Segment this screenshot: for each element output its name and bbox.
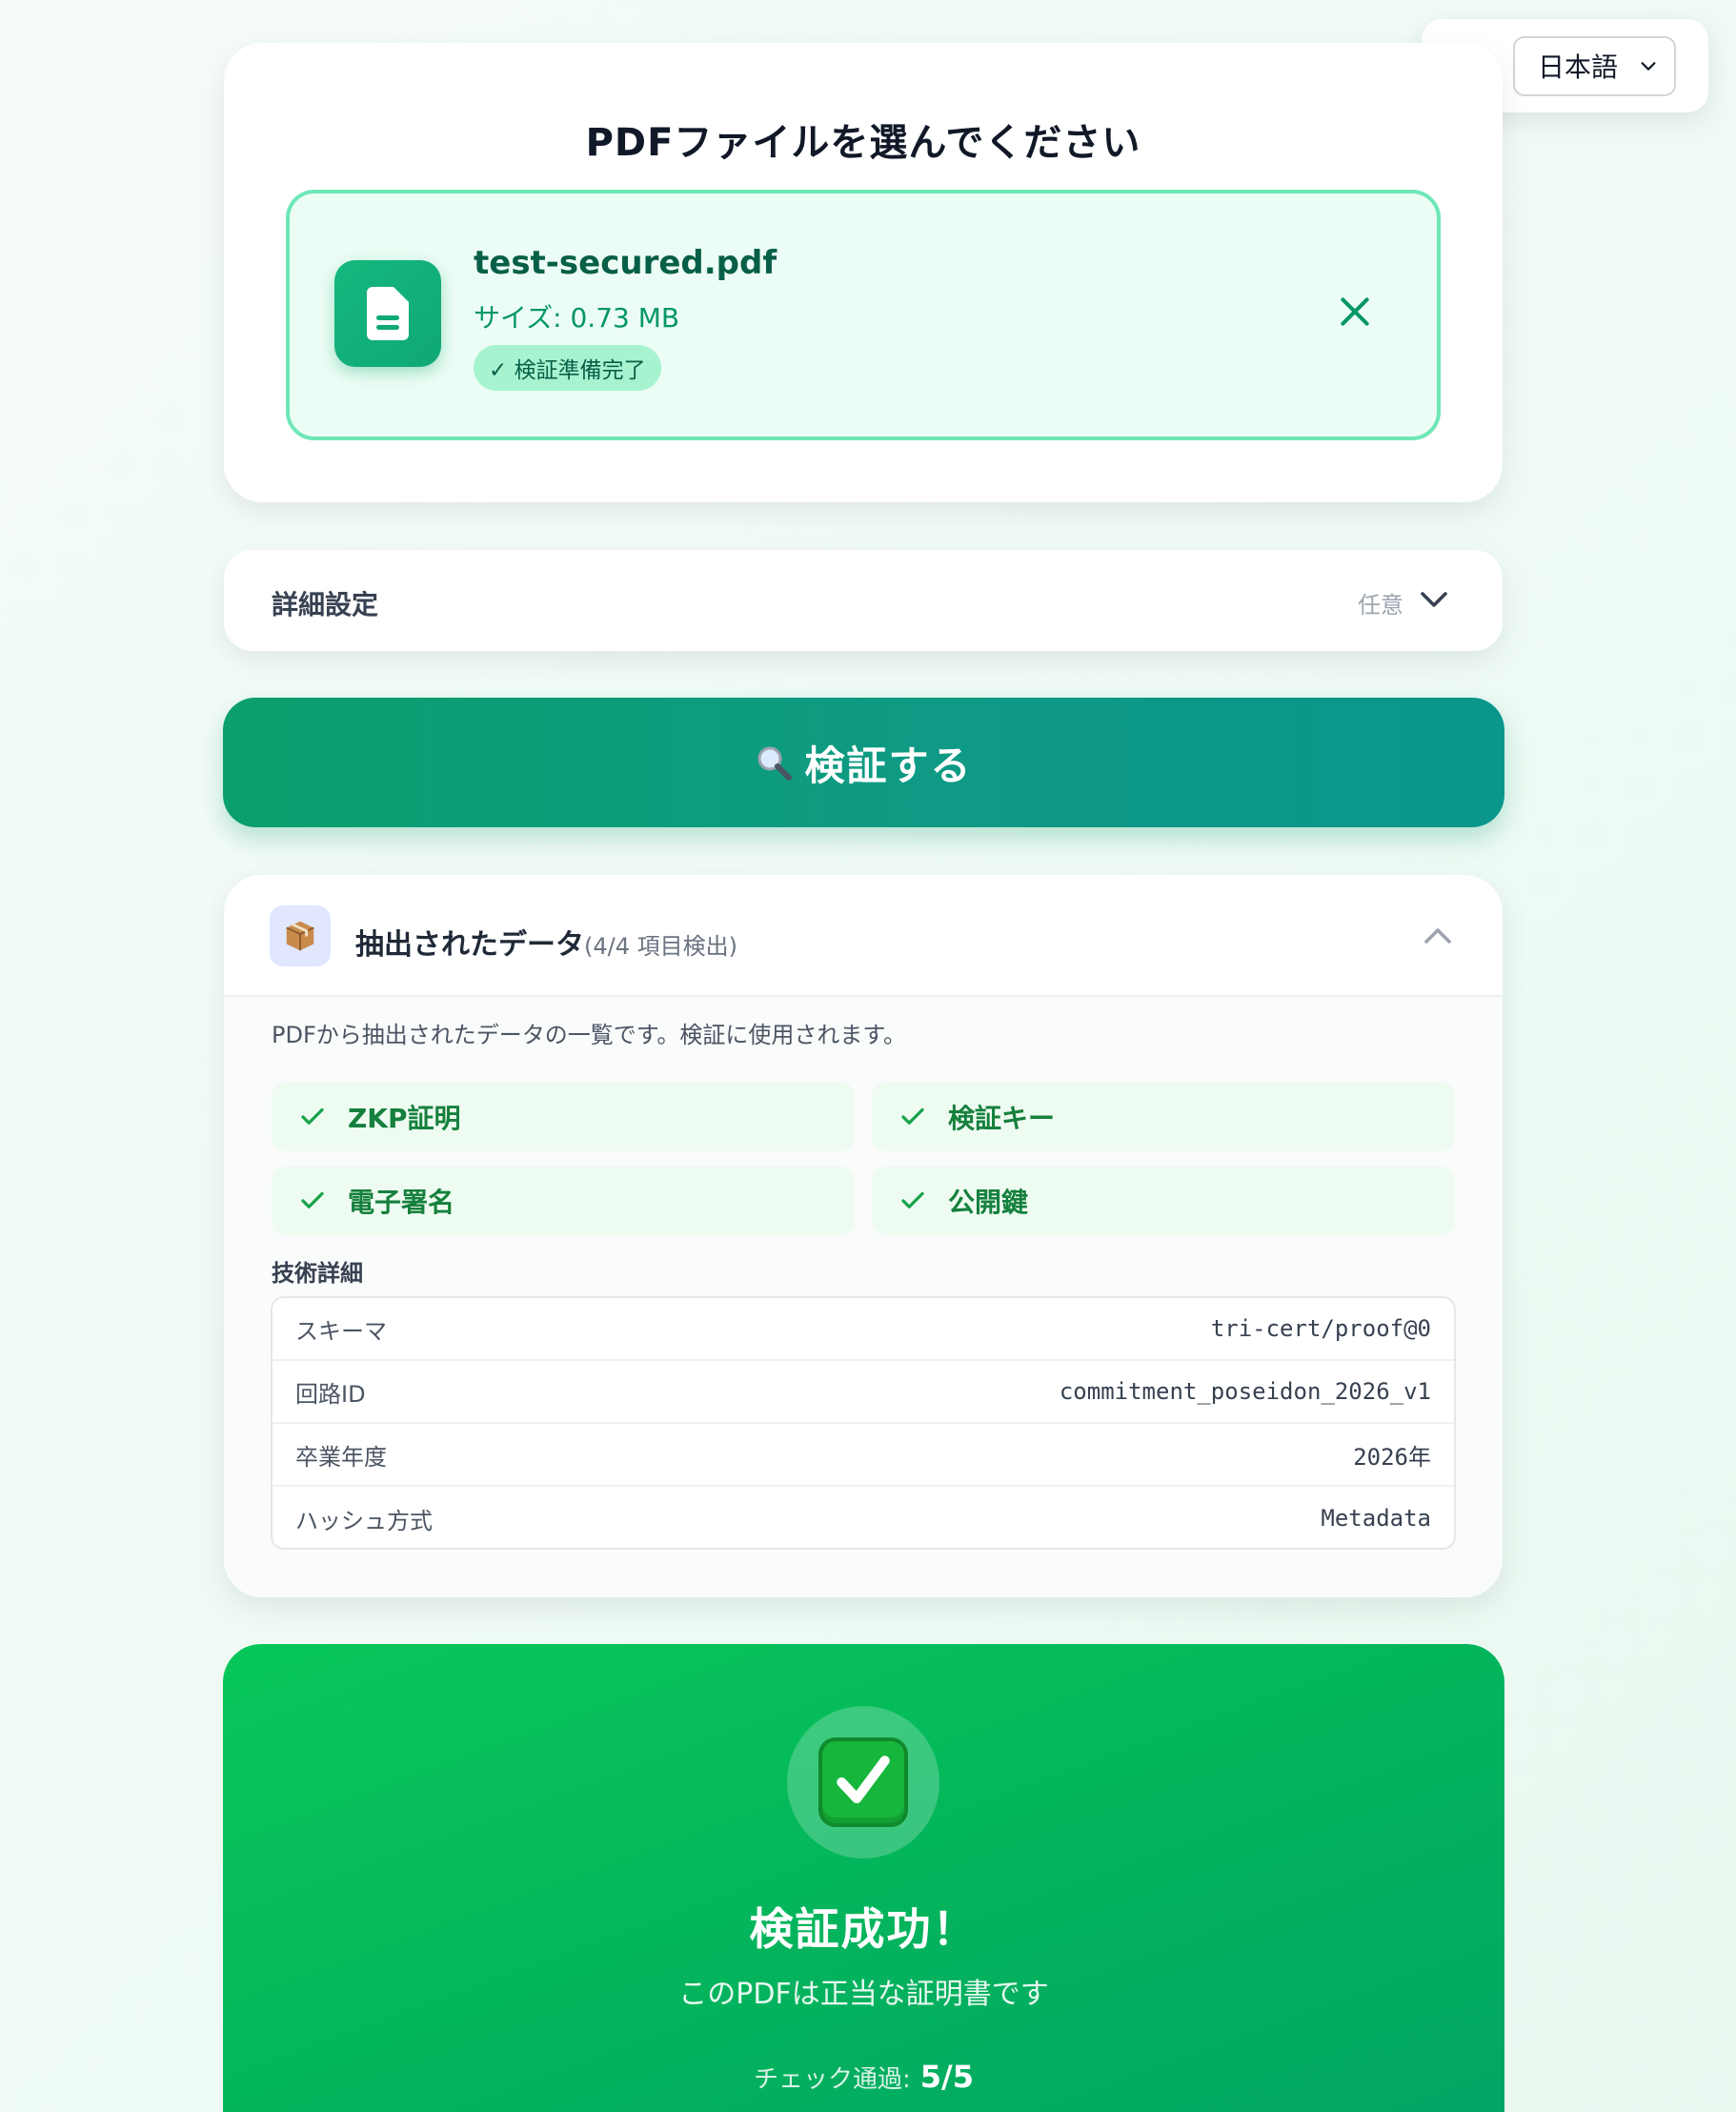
file-name: test-secured.pdf xyxy=(474,244,777,282)
checks-passed-value: 5/5 xyxy=(919,2059,974,2095)
advanced-settings-toggle[interactable]: 詳細設定 任意 xyxy=(224,550,1503,651)
magnifier-icon xyxy=(757,746,793,781)
success-title: 検証成功！ xyxy=(749,1903,979,1955)
check-mark-icon xyxy=(818,1737,908,1827)
language-selected-value: 日本語 xyxy=(1538,51,1619,83)
tech-key: スキーマ xyxy=(295,1317,387,1345)
tech-details-table: スキーマ tri-cert/proof@0 回路ID commitment_po… xyxy=(271,1296,1456,1550)
extracted-data-title: 抽出されたデータ xyxy=(355,928,584,962)
extracted-data-description: PDFから抽出されたデータの一覧です。検証に使用されます。 xyxy=(272,1022,906,1048)
verify-button-label: 検証する xyxy=(804,741,973,789)
extracted-data-card: 抽出されたデータ (4/4 項目検出) PDFから抽出されたデータの一覧です。検… xyxy=(224,875,1503,1597)
chevron-up-icon xyxy=(1424,928,1451,944)
extracted-item-label: 公開鍵 xyxy=(948,1187,1029,1218)
file-document-icon xyxy=(334,260,441,367)
checks-passed-label: チェック通過: xyxy=(754,2065,911,2094)
tech-key: 回路ID xyxy=(295,1380,366,1408)
table-row: 回路ID commitment_poseidon_2026_v1 xyxy=(273,1361,1454,1424)
check-icon xyxy=(901,1191,924,1208)
extracted-data-header[interactable]: 抽出されたデータ (4/4 項目検出) xyxy=(224,875,1503,997)
extracted-item: 公開鍵 xyxy=(872,1167,1455,1235)
check-icon xyxy=(301,1107,324,1125)
file-size: サイズ: 0.73 MB xyxy=(474,302,680,334)
upload-title: PDFファイルを選んでください xyxy=(585,121,1141,165)
package-icon xyxy=(270,905,331,966)
verify-button[interactable]: 検証する xyxy=(223,698,1504,827)
extracted-item-label: 電子署名 xyxy=(348,1187,455,1218)
tech-key: 卒業年度 xyxy=(295,1443,387,1471)
extracted-data-count: (4/4 項目検出) xyxy=(584,933,737,960)
table-row: 卒業年度 2026年 xyxy=(273,1424,1454,1487)
chevron-down-icon xyxy=(1421,592,1447,607)
chevron-down-icon xyxy=(1641,62,1656,71)
remove-file-button[interactable] xyxy=(1336,293,1374,331)
verification-result-card: 検証成功！ このPDFは正当な証明書です チェック通過: 5/5 xyxy=(223,1644,1504,2112)
extracted-item: ZKP証明 xyxy=(272,1083,855,1151)
status-badge: ✓ 検証準備完了 xyxy=(474,345,661,391)
optional-label: 任意 xyxy=(1358,592,1403,619)
extracted-item: 電子署名 xyxy=(272,1167,855,1235)
tech-value: 2026年 xyxy=(1353,1443,1431,1471)
tech-value: commitment_poseidon_2026_v1 xyxy=(1059,1378,1431,1405)
extracted-item: 検証キー xyxy=(872,1083,1455,1151)
upload-card: PDFファイルを選んでください test-secured.pdf サイズ: 0.… xyxy=(224,43,1503,502)
extracted-item-label: 検証キー xyxy=(948,1103,1056,1134)
check-icon xyxy=(901,1107,924,1125)
checks-passed: チェック通過: 5/5 xyxy=(223,2059,1504,2095)
close-icon xyxy=(1341,297,1369,326)
success-subtitle: このPDFは正当な証明書です xyxy=(678,1978,1049,2011)
tech-details-label: 技術詳細 xyxy=(272,1260,363,1287)
extracted-data-body: PDFから抽出されたデータの一覧です。検証に使用されます。 ZKP証明 検証キー… xyxy=(224,997,1503,1597)
tech-value: Metadata xyxy=(1321,1505,1431,1532)
check-icon xyxy=(301,1191,324,1208)
extracted-item-label: ZKP証明 xyxy=(348,1103,461,1134)
language-dropdown[interactable]: 日本語 xyxy=(1513,35,1676,96)
success-icon-circle xyxy=(787,1706,939,1858)
table-row: ハッシュ方式 Metadata xyxy=(273,1487,1454,1548)
tech-key: ハッシュ方式 xyxy=(295,1507,433,1534)
selected-file-box: test-secured.pdf サイズ: 0.73 MB ✓ 検証準備完了 xyxy=(286,190,1441,440)
table-row: スキーマ tri-cert/proof@0 xyxy=(273,1298,1454,1361)
tech-value: tri-cert/proof@0 xyxy=(1210,1315,1431,1342)
advanced-settings-label: 詳細設定 xyxy=(272,589,379,620)
